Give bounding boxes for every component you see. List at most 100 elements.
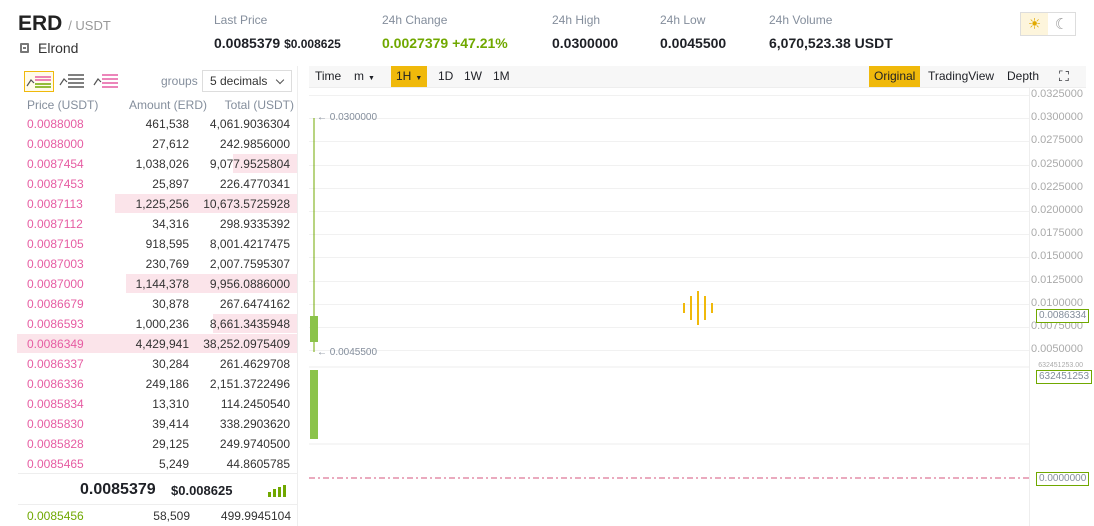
view-tradingview[interactable]: TradingView [923,66,999,87]
view-depth[interactable]: Depth [1002,66,1044,87]
ask-amount: 230,769 [145,257,189,271]
low-stat: 24h Low 0.0045500 [660,13,727,51]
ask-total: 261.4629708 [219,357,290,371]
y-tick-label: 0.0175000 [1031,227,1083,240]
ask-row[interactable]: 0.0087454 1,038,026 9,077.9525804 [18,154,297,174]
sun-icon[interactable]: ☀ [1021,13,1048,35]
ask-amount: 30,284 [152,357,189,371]
tb-1m[interactable]: 1M [488,66,515,87]
ask-price: 0.0087112 [27,217,83,231]
ask-total: 10,673.5725928 [203,197,290,211]
last-price-stat: Last Price 0.0085379 $0.008625 [214,13,341,51]
book-both-icon[interactable] [24,71,54,92]
coin-name[interactable]: Elrond [20,40,78,56]
ask-total: 242.9856000 [219,137,290,151]
ask-row[interactable]: 0.0086336 249,186 2,151.3722496 [18,374,297,394]
fullscreen-icon[interactable]: ⛶ [1054,66,1074,87]
ask-total: 226.4770341 [219,177,290,191]
ask-price: 0.0086337 [27,357,84,371]
ask-row[interactable]: 0.0087003 230,769 2,007.7595307 [18,254,297,274]
ask-total: 2,151.3722496 [209,377,290,391]
tb-1d[interactable]: 1D [433,66,458,87]
ask-price: 0.0085465 [27,457,84,471]
small-axis-label: 632451253.00 [1038,362,1083,369]
theme-switch[interactable]: ☀ ☾ [1020,12,1076,36]
ask-price: 0.0086679 [27,297,84,311]
ask-amount: 39,414 [152,417,189,431]
ask-amount: 1,038,026 [135,157,189,171]
ask-row[interactable]: 0.0086337 30,284 261.4629708 [18,354,297,374]
view-original[interactable]: Original [869,66,921,87]
decimals-select[interactable]: 5 decimals [202,70,292,92]
bid-row[interactable]: 0.0085456 58,509 499.9945104 [18,506,298,526]
ask-amount: 27,612 [152,137,189,151]
ask-price: 0.0087113 [27,197,83,211]
chart-toolbar: Time m ▼ 1H ▼ 1D 1W 1M Original TradingVie… [309,66,1086,88]
ask-row[interactable]: 0.0087113 1,225,256 10,673.5725928 [18,194,297,214]
low-marker: ← 0.0045500 [317,347,378,358]
ask-row[interactable]: 0.0086349 4,429,941 38,252.0975409 [17,334,297,354]
ask-amount: 1,144,378 [135,277,189,291]
ask-row[interactable]: 0.0087453 25,897 226.4770341 [18,174,297,194]
ask-price: 0.0087000 [27,277,84,291]
ask-amount: 1,000,236 [135,317,189,331]
ask-amount: 29,125 [152,437,189,451]
ask-row[interactable]: 0.0087000 1,144,378 9,956.0886000 [18,274,297,294]
volume-stat: 24h Volume 6,070,523.38 USDT [769,13,893,51]
last-price-row[interactable]: 0.0085379 $0.008625 [18,473,298,505]
ask-total: 249.9740500 [219,437,290,451]
ask-row[interactable]: 0.0086679 30,878 267.6474162 [18,294,297,314]
ask-total: 298.9335392 [219,217,290,231]
y-tick-label: 0.0225000 [1031,180,1083,193]
y-axis: 0.0325000 0.0300000 0.0275000 0.0250000 0.02… [1029,88,1093,526]
ask-row[interactable]: 0.0085465 5,249 44.8605785 [18,454,297,474]
y-tick-label: 0.0200000 [1031,204,1083,216]
tb-1h[interactable]: 1H ▼ [391,66,428,87]
ask-row[interactable]: 0.0085828 29,125 249.9740500 [18,434,297,454]
ask-row[interactable]: 0.0087112 34,316 298.9335392 [18,214,297,234]
y-tick-label: 0.0300000 [1031,111,1083,124]
ask-price: 0.0088008 [27,117,84,131]
ask-price: 0.0085828 [27,437,84,451]
y-tick-label: 0.0325000 [1031,88,1083,100]
macd-tag: 0.0000000 [1036,472,1090,486]
ask-row[interactable]: 0.0088008 461,538 4,061.9036304 [18,114,297,134]
ask-total: 267.6474162 [219,297,290,311]
tb-minutes[interactable]: m ▼ [349,66,380,87]
ask-total: 114.2450540 [220,397,290,411]
change-stat: 24h Change 0.0027379 +47.21% [382,13,508,51]
y-tick-label: 0.0100000 [1031,296,1083,309]
moon-icon[interactable]: ☾ [1048,13,1075,35]
tb-time[interactable]: Time [310,66,346,87]
ask-amount: 25,897 [152,177,189,191]
volume-bar [310,370,318,439]
book-bids-icon[interactable] [58,71,88,92]
ask-price: 0.0086349 [27,337,84,351]
ask-amount: 5,249 [158,457,189,471]
ask-total: 4,061.9036304 [209,117,290,131]
ask-row[interactable]: 0.0085834 13,310 114.2450540 [18,394,297,414]
ask-amount: 4,429,941 [135,337,189,351]
ask-amount: 1,225,256 [135,197,189,211]
ask-total: 9,956.0886000 [209,277,290,291]
ask-price: 0.0085830 [27,417,84,431]
tb-1w[interactable]: 1W [459,66,487,87]
ask-total: 2,007.7595307 [209,257,290,271]
chart-panel: Time m ▼ 1H ▼ 1D 1W 1M Original TradingVie… [309,66,1093,526]
loading-spinner [683,291,713,327]
high-stat: 24h High 0.0300000 [552,13,619,51]
ask-price: 0.0085834 [27,397,84,411]
symbol: ERD / USDT [18,12,111,35]
signal-icon [268,485,290,497]
book-asks-icon[interactable] [92,71,122,92]
chart-canvas[interactable] [309,88,1029,526]
market-header: ERD / USDT Elrond Last Price 0.0085379 $… [0,0,1094,64]
ask-price: 0.0087453 [27,177,84,191]
ask-row[interactable]: 0.0085830 39,414 338.2903620 [18,414,297,434]
ask-row[interactable]: 0.0088000 27,612 242.9856000 [18,134,297,154]
ask-amount: 34,316 [152,217,189,231]
ask-row[interactable]: 0.0086593 1,000,236 8,661.3435948 [18,314,297,334]
ask-row[interactable]: 0.0087105 918,595 8,001.4217475 [18,234,297,254]
price-tag: 0.0086334 [1036,309,1090,323]
ask-amount: 13,310 [152,397,189,411]
